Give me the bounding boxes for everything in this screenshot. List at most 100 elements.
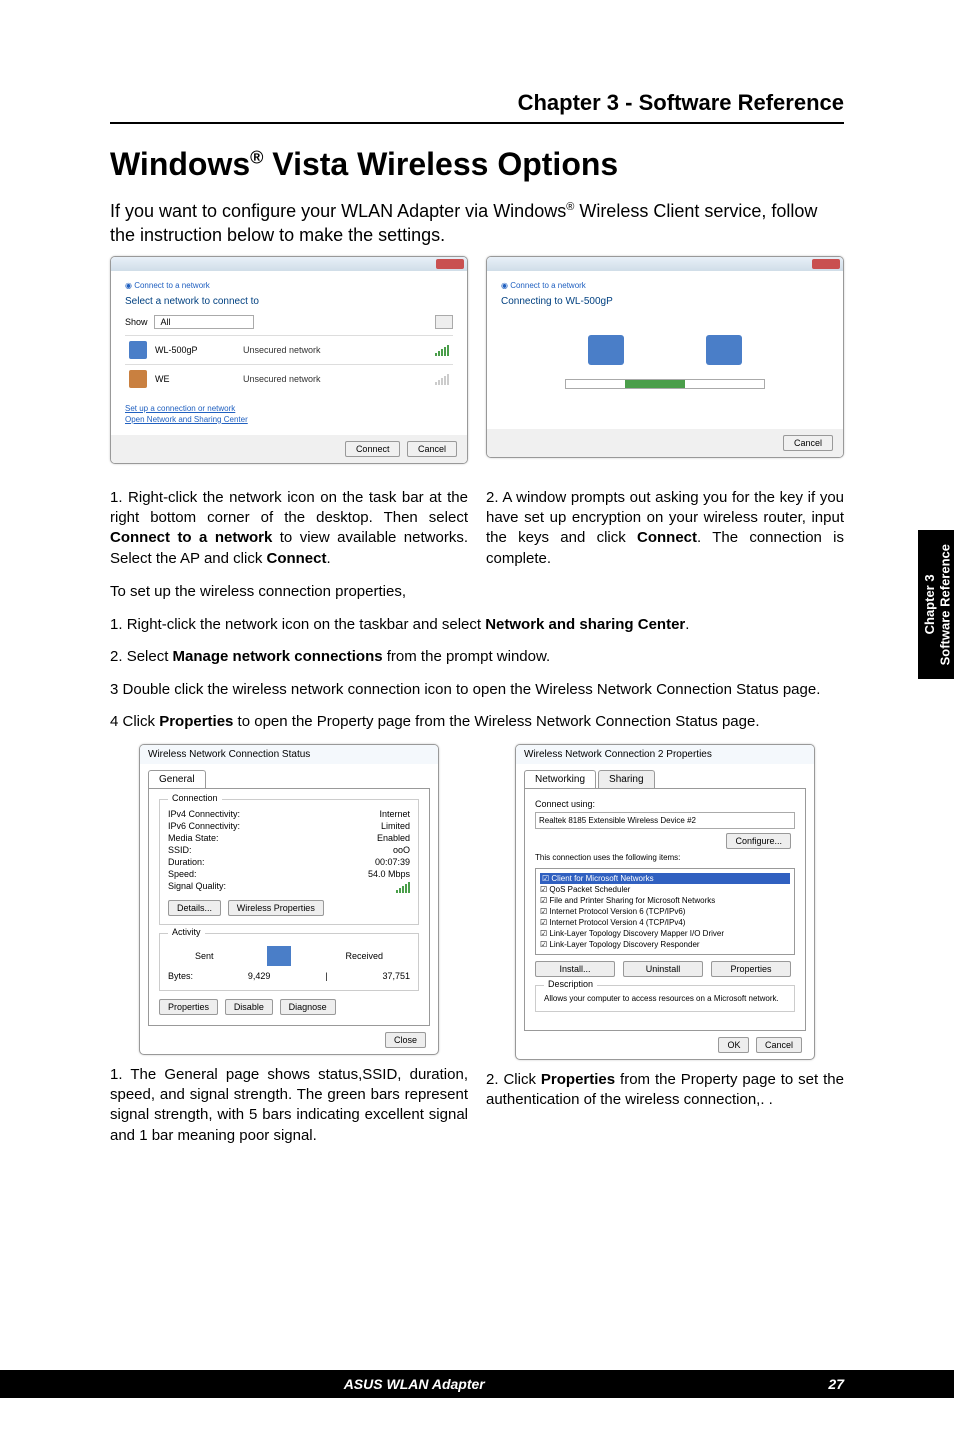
cap1-a: Right-click the network icon on the task… <box>110 489 468 526</box>
diagnose-button[interactable]: Diagnose <box>280 999 336 1015</box>
dialog-title: Wireless Network Connection Status <box>140 745 438 764</box>
bytes-label: Bytes: <box>168 971 193 981</box>
list-num: 1. <box>110 616 127 633</box>
network-icon <box>129 341 147 359</box>
ssid-value: ooO <box>393 845 410 855</box>
properties-button[interactable]: Properties <box>159 999 218 1015</box>
title-part1: Windows <box>110 146 250 182</box>
caption-num: 1. <box>110 489 128 506</box>
cap1-bold: Connect to a network <box>110 529 272 546</box>
tab-general[interactable]: General <box>148 770 206 788</box>
properties-button[interactable]: Properties <box>711 961 791 977</box>
adapter-name: Realtek 8185 Extensible Wireless Device … <box>535 812 795 829</box>
close-button[interactable]: Close <box>385 1032 426 1048</box>
connect-button[interactable]: Connect <box>345 441 401 457</box>
progress-bar <box>565 379 765 389</box>
tab-networking[interactable]: Networking <box>524 770 596 788</box>
tab-sharing[interactable]: Sharing <box>598 770 654 788</box>
list-num: 3 <box>110 681 123 698</box>
open-center-link[interactable]: Open Network and Sharing Center <box>125 414 453 425</box>
breadcrumb: ◉ Connect to a network <box>125 281 453 290</box>
list-item[interactable]: Link-Layer Topology Discovery Mapper I/O… <box>540 928 790 939</box>
list-item[interactable]: Internet Protocol Version 6 (TCP/IPv6) <box>540 906 790 917</box>
intro-a: If you want to configure your WLAN Adapt… <box>110 201 566 221</box>
caption-3: 1. The General page shows status,SSID, d… <box>110 1065 468 1146</box>
details-button[interactable]: Details... <box>168 900 221 916</box>
list-text: to open the Property page from the Wirel… <box>233 713 759 730</box>
status-dialog: Wireless Network Connection Status Gener… <box>139 744 439 1055</box>
list-text: from the prompt window. <box>383 648 551 665</box>
list-item-1: 1. Right-click the network icon on the t… <box>110 614 844 637</box>
breadcrumb-text: Connect to a network <box>510 281 586 290</box>
dur-label: Duration: <box>168 857 205 867</box>
fieldset-connection: Connection <box>168 793 222 803</box>
list-item[interactable]: Internet Protocol Version 4 (TCP/IPv4) <box>540 917 790 928</box>
signal-bars-icon <box>435 373 449 385</box>
cancel-button[interactable]: Cancel <box>783 435 833 451</box>
footer-title: ASUS WLAN Adapter <box>0 1376 828 1392</box>
ipv4-value: Internet <box>379 809 410 819</box>
network-type: Unsecured network <box>243 345 427 355</box>
received-label: Received <box>345 951 383 961</box>
intro-text: If you want to configure your WLAN Adapt… <box>110 199 844 248</box>
network-row[interactable]: WE Unsecured network <box>125 364 453 393</box>
computer-icon <box>588 335 624 365</box>
cap4-a: Click <box>503 1071 540 1088</box>
sent-label: Sent <box>195 951 214 961</box>
computer-icon <box>706 335 742 365</box>
footer-page: 27 <box>828 1376 844 1392</box>
cap2-bold: Connect <box>637 529 697 546</box>
caption-4: 2. Click Properties from the Property pa… <box>486 1070 844 1111</box>
ssid-label: SSID: <box>168 845 192 855</box>
speed-label: Speed: <box>168 869 197 879</box>
list-item[interactable]: File and Printer Sharing for Microsoft N… <box>540 895 790 906</box>
list-bold: Properties <box>159 713 233 730</box>
disable-button[interactable]: Disable <box>225 999 273 1015</box>
breadcrumb-text: Connect to a network <box>134 281 210 290</box>
caption-num: 2. <box>486 489 502 506</box>
list-item[interactable]: Link-Layer Topology Discovery Responder <box>540 939 790 950</box>
side-tab-title: Software Reference <box>938 544 953 665</box>
speed-value: 54.0 Mbps <box>368 869 410 879</box>
configure-button[interactable]: Configure... <box>726 833 791 849</box>
uninstall-button[interactable]: Uninstall <box>623 961 703 977</box>
media-label: Media State: <box>168 833 219 843</box>
cancel-button[interactable]: Cancel <box>407 441 457 457</box>
bytes-sent: 9,429 <box>248 971 271 981</box>
cap4-bold: Properties <box>541 1071 615 1088</box>
setup-link[interactable]: Set up a connection or network <box>125 403 453 414</box>
show-dropdown[interactable]: All <box>154 315 254 329</box>
fieldset-activity: Activity <box>168 927 205 937</box>
cancel-button[interactable]: Cancel <box>756 1037 802 1053</box>
connect-dialog: ◉ Connect to a network Select a network … <box>110 256 468 464</box>
activity-icon <box>267 946 291 966</box>
list-text: Double click the wireless network connec… <box>123 681 821 698</box>
sq-label: Signal Quality: <box>168 881 226 893</box>
list-item-4: 4 Click Properties to open the Property … <box>110 711 844 734</box>
caption-1: 1. Right-click the network icon on the t… <box>110 488 468 569</box>
setup-intro: To set up the wireless connection proper… <box>110 583 844 600</box>
list-text: Click <box>123 713 160 730</box>
title-part2: Vista Wireless Options <box>263 146 618 182</box>
connection-items-list[interactable]: Client for Microsoft Networks QoS Packet… <box>535 868 795 955</box>
network-row[interactable]: WL-500gP Unsecured network <box>125 335 453 364</box>
list-num: 2. <box>110 648 127 665</box>
bytes-recv: 37,751 <box>382 971 410 981</box>
cap1-c: . <box>326 550 330 567</box>
network-name: WL-500gP <box>155 345 235 355</box>
list-item-3: 3 Double click the wireless network conn… <box>110 679 844 702</box>
list-item[interactable]: Client for Microsoft Networks <box>540 873 790 884</box>
props-dialog: Wireless Network Connection 2 Properties… <box>515 744 815 1060</box>
desc-label: Description <box>544 979 597 989</box>
chapter-header: Chapter 3 - Software Reference <box>110 90 844 124</box>
list-item[interactable]: QoS Packet Scheduler <box>540 884 790 895</box>
dialog-heading: Select a network to connect to <box>125 296 453 307</box>
wireless-props-button[interactable]: Wireless Properties <box>228 900 324 916</box>
side-tab: Chapter 3 Software Reference <box>918 530 954 679</box>
ok-button[interactable]: OK <box>718 1037 749 1053</box>
caption-num: 2. <box>486 1071 503 1088</box>
refresh-button[interactable] <box>435 315 453 329</box>
connecting-dialog: ◉ Connect to a network Connecting to WL-… <box>486 256 844 458</box>
dialog-title: Wireless Network Connection 2 Properties <box>516 745 814 764</box>
install-button[interactable]: Install... <box>535 961 615 977</box>
